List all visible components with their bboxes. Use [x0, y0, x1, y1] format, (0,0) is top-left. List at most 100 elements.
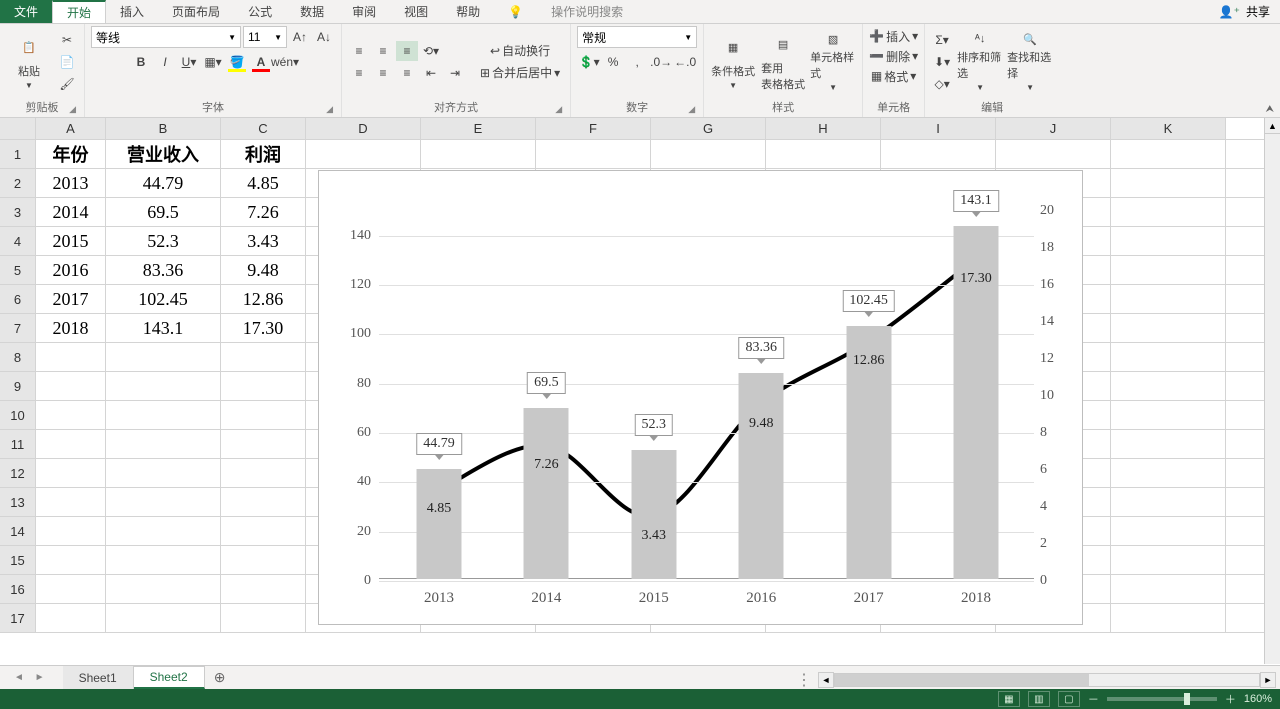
increase-font-button[interactable]: A↑: [289, 27, 311, 47]
cell[interactable]: [1111, 169, 1226, 197]
format-painter-button[interactable]: 🖌: [56, 74, 78, 94]
cell[interactable]: 2018: [36, 314, 106, 342]
col-header[interactable]: D: [306, 118, 421, 139]
font-name-select[interactable]: 等线▼: [91, 26, 241, 48]
cell[interactable]: [996, 140, 1111, 168]
number-format-select[interactable]: 常规▼: [577, 26, 697, 48]
row-header[interactable]: 2: [0, 169, 36, 197]
border-button[interactable]: ▦▾: [202, 52, 224, 72]
vertical-scrollbar[interactable]: ▲: [1264, 118, 1280, 664]
align-dialog-launcher[interactable]: ◢: [555, 104, 562, 115]
cell[interactable]: 69.5: [106, 198, 221, 226]
cell[interactable]: [1111, 517, 1226, 545]
cell[interactable]: 利润: [221, 140, 306, 168]
align-middle-button[interactable]: ≡: [372, 41, 394, 61]
format-cells-button[interactable]: ▦ 格式 ▾: [871, 66, 916, 86]
menu-home[interactable]: 开始: [52, 0, 106, 23]
row-header[interactable]: 13: [0, 488, 36, 516]
cell[interactable]: 3.43: [221, 227, 306, 255]
cell[interactable]: 44.79: [106, 169, 221, 197]
col-header[interactable]: C: [221, 118, 306, 139]
cell[interactable]: [1111, 285, 1226, 313]
col-header[interactable]: G: [651, 118, 766, 139]
fill-button[interactable]: ⬇▾: [931, 52, 953, 72]
col-header[interactable]: E: [421, 118, 536, 139]
wrap-text-button[interactable]: ↩ 自动换行: [476, 41, 564, 61]
chart-object[interactable]: 0204060801001201400246810121416182044.79…: [318, 170, 1083, 625]
col-header[interactable]: K: [1111, 118, 1226, 139]
zoom-out-button[interactable]: －: [1088, 691, 1099, 707]
align-bottom-button[interactable]: ≡: [396, 41, 418, 61]
cell[interactable]: [106, 459, 221, 487]
row-header[interactable]: 10: [0, 401, 36, 429]
cell[interactable]: [1111, 575, 1226, 603]
sheet-tab-1[interactable]: Sheet1: [63, 666, 134, 689]
normal-view-button[interactable]: ▦: [998, 691, 1020, 707]
cell[interactable]: 9.48: [221, 256, 306, 284]
decrease-font-button[interactable]: A↓: [313, 27, 335, 47]
menu-help[interactable]: 帮助: [442, 0, 494, 23]
cell[interactable]: [221, 575, 306, 603]
menu-review[interactable]: 审阅: [338, 0, 390, 23]
cell[interactable]: [106, 401, 221, 429]
cell[interactable]: [106, 575, 221, 603]
cell[interactable]: [1111, 372, 1226, 400]
italic-button[interactable]: I: [154, 52, 176, 72]
cell[interactable]: 83.36: [106, 256, 221, 284]
cell[interactable]: [1111, 546, 1226, 574]
share-button[interactable]: 共享: [1246, 3, 1270, 20]
cell[interactable]: [106, 488, 221, 516]
decrease-indent-button[interactable]: ⇤: [420, 63, 442, 83]
col-header[interactable]: B: [106, 118, 221, 139]
cell[interactable]: [1111, 140, 1226, 168]
cell[interactable]: 年份: [36, 140, 106, 168]
cell[interactable]: [1111, 198, 1226, 226]
cell[interactable]: 143.1: [106, 314, 221, 342]
cell[interactable]: [221, 517, 306, 545]
scroll-left-button[interactable]: ◄: [818, 672, 834, 688]
cell[interactable]: [36, 372, 106, 400]
cell[interactable]: [221, 372, 306, 400]
row-header[interactable]: 17: [0, 604, 36, 632]
col-header[interactable]: A: [36, 118, 106, 139]
cell[interactable]: [536, 140, 651, 168]
cell[interactable]: [1111, 401, 1226, 429]
cell[interactable]: 2017: [36, 285, 106, 313]
row-header[interactable]: 1: [0, 140, 36, 168]
cell[interactable]: [221, 343, 306, 371]
row-header[interactable]: 16: [0, 575, 36, 603]
clipboard-dialog-launcher[interactable]: ◢: [69, 104, 76, 115]
zoom-level[interactable]: 160%: [1244, 693, 1272, 705]
row-header[interactable]: 12: [0, 459, 36, 487]
cell[interactable]: [221, 459, 306, 487]
increase-indent-button[interactable]: ⇥: [444, 63, 466, 83]
number-dialog-launcher[interactable]: ◢: [688, 104, 695, 115]
share-icon[interactable]: 👤⁺: [1219, 5, 1240, 19]
align-right-button[interactable]: ≡: [396, 63, 418, 83]
cell[interactable]: [106, 604, 221, 632]
font-size-select[interactable]: 11▼: [243, 26, 287, 48]
bold-button[interactable]: B: [130, 52, 152, 72]
cell[interactable]: 2015: [36, 227, 106, 255]
chart-bar[interactable]: [524, 408, 569, 579]
cell[interactable]: [1111, 343, 1226, 371]
cell[interactable]: [1111, 256, 1226, 284]
cell[interactable]: [36, 430, 106, 458]
cell[interactable]: 17.30: [221, 314, 306, 342]
chart-bar[interactable]: [417, 469, 462, 579]
accounting-button[interactable]: 💲▾: [578, 52, 600, 72]
row-header[interactable]: 11: [0, 430, 36, 458]
collapse-ribbon-button[interactable]: ⮝: [1266, 104, 1275, 115]
align-center-button[interactable]: ≡: [372, 63, 394, 83]
cell[interactable]: 2016: [36, 256, 106, 284]
decrease-decimal-button[interactable]: ←.0: [674, 52, 696, 72]
phonetic-button[interactable]: wén▾: [274, 52, 296, 72]
sort-filter-button[interactable]: ᴬ↓排序和筛选▼: [957, 32, 1003, 92]
insert-cells-button[interactable]: ➕ 插入 ▾: [869, 26, 918, 46]
conditional-formatting-button[interactable]: ▦条件格式▼: [710, 32, 756, 92]
col-header[interactable]: F: [536, 118, 651, 139]
cell[interactable]: [1111, 604, 1226, 632]
cell[interactable]: [36, 488, 106, 516]
font-color-button[interactable]: A: [250, 52, 272, 72]
cell[interactable]: [221, 430, 306, 458]
